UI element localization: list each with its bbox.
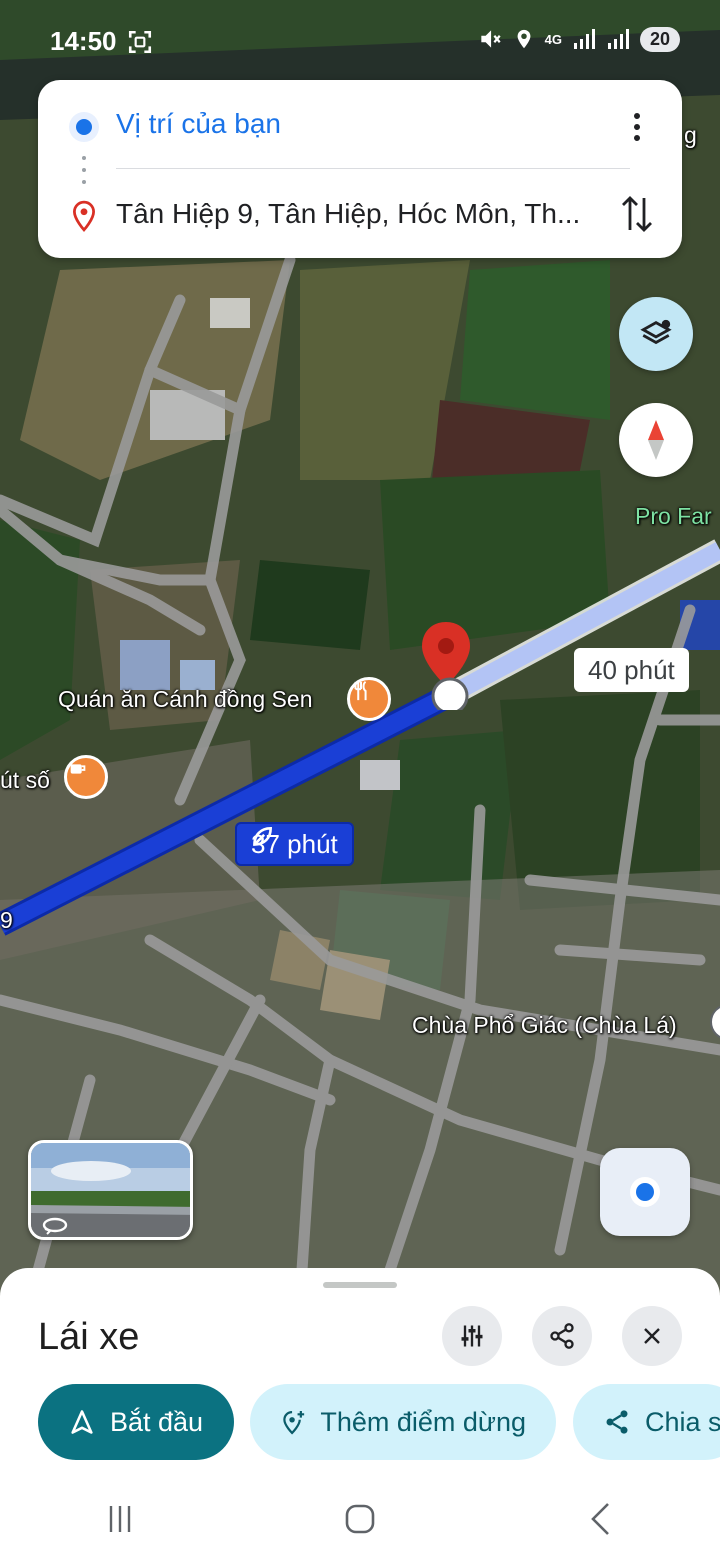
my-location-icon — [630, 1177, 660, 1207]
selected-route-time[interactable]: 37 phút — [235, 822, 354, 866]
destination-text: Tân Hiệp 9, Tân Hiệp, Hóc Môn, Th... — [116, 198, 581, 229]
directions-card: Vị trí của bạn Tân Hiệp 9, Tân Hiệp, Hóc… — [38, 80, 682, 258]
alternate-route-time-label: 40 phút — [588, 654, 675, 685]
compass-icon — [648, 420, 664, 460]
navigation-arrow-icon — [71, 1410, 93, 1434]
compass-button[interactable] — [619, 403, 693, 477]
battery-level: 20 — [639, 26, 680, 52]
home-icon — [345, 1504, 375, 1534]
add-stop-button[interactable]: Thêm điểm dừng — [250, 1384, 556, 1460]
share-route-button[interactable]: Chia s — [573, 1384, 720, 1460]
recents-icon — [109, 1506, 131, 1532]
share-icon — [550, 1323, 574, 1349]
status-indicators: 4G 20 — [477, 26, 680, 52]
poi-label-farm[interactable]: Pro Far — [635, 503, 712, 530]
card-divider — [116, 168, 630, 169]
eco-leaf-icon — [253, 827, 272, 846]
status-time: 14:50 — [50, 26, 117, 56]
add-stop-label: Thêm điểm dừng — [320, 1406, 526, 1437]
origin-text: Vị trí của bạn — [116, 108, 281, 139]
back-button[interactable] — [560, 1489, 640, 1549]
location-icon — [517, 29, 531, 49]
destination-pin-small-icon — [73, 200, 95, 232]
layers-button[interactable] — [619, 297, 693, 371]
drag-handle[interactable] — [323, 1282, 397, 1288]
close-icon — [644, 1328, 660, 1344]
poi-label-pagoda[interactable]: Chùa Phổ Giác (Chùa Lá) — [412, 1012, 677, 1039]
back-icon — [591, 1503, 609, 1535]
start-button[interactable]: Bắt đầu — [38, 1384, 234, 1460]
road-label-fragment: 9 — [0, 907, 13, 933]
bottom-sheet: Lái xe Bắt đầu Thêm điểm dừng Chia s — [0, 1268, 720, 1560]
status-bar: 14:50 4G 20 — [0, 0, 720, 80]
destination-field[interactable]: Tân Hiệp 9, Tân Hiệp, Hóc Môn, Th... — [38, 190, 682, 240]
system-nav-bar — [0, 1478, 720, 1560]
swap-icon[interactable] — [620, 194, 654, 234]
origin-dot-icon — [69, 112, 99, 142]
restaurant-icon[interactable] — [347, 677, 391, 721]
poi-label-cafe[interactable]: út số — [0, 767, 50, 794]
alternate-route-time[interactable]: 40 phút — [574, 648, 689, 692]
add-stop-icon — [283, 1411, 305, 1435]
rotate-360-icon — [42, 1217, 68, 1235]
destination-pin-icon[interactable] — [416, 620, 476, 710]
street-view-thumbnail[interactable] — [28, 1140, 193, 1240]
my-location-button[interactable] — [600, 1148, 690, 1236]
signal-2-icon — [607, 29, 629, 49]
map-label-fragment: g — [684, 122, 697, 148]
origin-field[interactable]: Vị trí của bạn — [38, 100, 682, 150]
signal-icon — [573, 29, 595, 49]
home-button[interactable] — [320, 1489, 400, 1549]
recents-button[interactable] — [80, 1489, 160, 1549]
network-type: 4G — [544, 31, 562, 47]
share-button[interactable] — [532, 1306, 592, 1366]
sliders-icon — [461, 1325, 483, 1347]
share-route-label: Chia s — [645, 1406, 720, 1437]
start-button-label: Bắt đầu — [110, 1406, 204, 1437]
share-route-icon — [606, 1410, 628, 1434]
layers-icon — [640, 319, 672, 345]
screenshot-icon — [128, 30, 152, 54]
close-button[interactable] — [622, 1306, 682, 1366]
mute-icon — [480, 30, 501, 48]
route-connector-dots — [82, 156, 86, 184]
travel-mode-title: Lái xe — [38, 1316, 140, 1358]
cafe-icon[interactable] — [64, 755, 108, 799]
route-options-button[interactable] — [442, 1306, 502, 1366]
more-options-icon[interactable] — [632, 112, 642, 142]
poi-label-restaurant[interactable]: Quán ăn Cánh đồng Sen — [58, 686, 312, 713]
